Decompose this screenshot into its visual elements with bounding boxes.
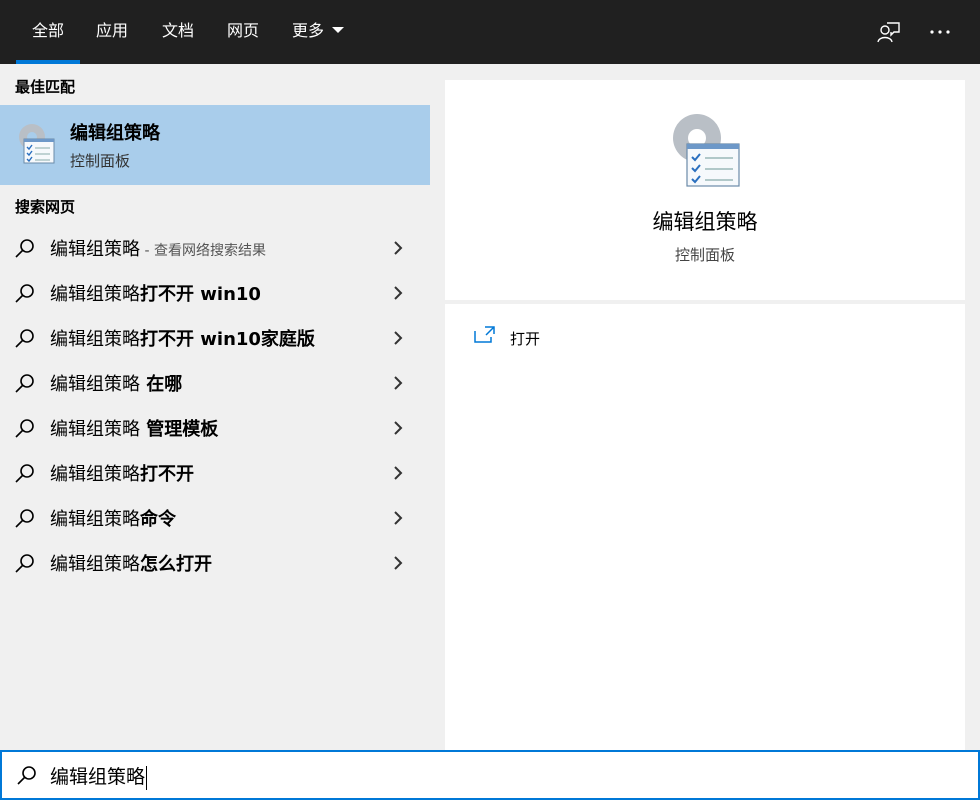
best-match-item[interactable]: 编辑组策略 控制面板 <box>0 105 430 185</box>
search-icon <box>15 329 34 348</box>
search-icon <box>15 374 34 393</box>
tab-apps[interactable]: 应用 <box>96 0 128 64</box>
search-icon <box>15 509 34 528</box>
best-match-heading: 最佳匹配 <box>15 78 76 96</box>
web-result-row[interactable]: 编辑组策略 - 查看网络搜索结果 <box>0 225 430 270</box>
chevron-right-icon <box>394 556 403 570</box>
app-actions-panel: 打开 <box>445 304 965 750</box>
web-result-text: 编辑组策略打不开 win10 <box>50 284 261 305</box>
tab-all[interactable]: 全部 <box>15 0 81 64</box>
chevron-right-icon <box>394 511 403 525</box>
web-result-text: 编辑组策略 管理模板 <box>50 419 219 440</box>
chevron-right-icon <box>394 421 403 435</box>
chevron-right-icon <box>394 466 403 480</box>
open-label: 打开 <box>510 330 541 348</box>
tab-more[interactable]: 更多 <box>292 0 345 64</box>
web-result-text: 编辑组策略打不开 <box>50 464 194 485</box>
app-subtitle: 控制面板 <box>674 246 735 264</box>
group-policy-icon <box>16 121 56 165</box>
search-icon <box>15 419 34 438</box>
tab-documents[interactable]: 文档 <box>162 0 194 64</box>
results-list: 最佳匹配 编辑组策略 控制面板 搜索网页 编辑组策略 - 查看网络搜索结果 编辑… <box>0 64 430 750</box>
best-match-title: 编辑组策略 <box>70 123 160 144</box>
web-result-row[interactable]: 编辑组策略打不开 <box>0 450 430 495</box>
search-icon <box>17 766 36 785</box>
web-result-text: 编辑组策略 - 查看网络搜索结果 <box>50 239 266 260</box>
tab-web[interactable]: 网页 <box>227 0 259 64</box>
search-icon <box>15 464 34 483</box>
web-result-row[interactable]: 编辑组策略打不开 win10家庭版 <box>0 315 430 360</box>
search-input[interactable]: 编辑组策略 <box>50 762 148 790</box>
chevron-right-icon <box>394 241 403 255</box>
chevron-down-icon <box>332 27 345 33</box>
tab-more-label: 更多 <box>292 21 325 40</box>
web-result-text: 编辑组策略命令 <box>50 509 176 530</box>
top-tab-bar: 全部 应用 文档 网页 更多 <box>0 0 980 64</box>
best-match-subtitle: 控制面板 <box>70 152 131 170</box>
app-preview-card: 编辑组策略 控制面板 <box>445 80 965 300</box>
chevron-right-icon <box>394 376 403 390</box>
web-result-text: 编辑组策略怎么打开 <box>50 554 212 575</box>
web-result-row[interactable]: 编辑组策略 在哪 <box>0 360 430 405</box>
app-title: 编辑组策略 <box>652 210 758 234</box>
web-result-row[interactable]: 编辑组策略 管理模板 <box>0 405 430 450</box>
web-result-row[interactable]: 编辑组策略打不开 win10 <box>0 270 430 315</box>
search-input-value: 编辑组策略 <box>50 766 146 788</box>
feedback-icon[interactable] <box>874 18 902 46</box>
web-result-text: 编辑组策略打不开 win10家庭版 <box>50 329 315 350</box>
chevron-right-icon <box>394 286 403 300</box>
more-options-icon[interactable] <box>926 18 954 46</box>
search-icon <box>15 239 34 258</box>
chevron-right-icon <box>394 331 403 345</box>
search-icon <box>15 284 34 303</box>
search-icon <box>15 554 34 573</box>
open-icon <box>474 326 495 343</box>
web-result-row[interactable]: 编辑组策略命令 <box>0 495 430 540</box>
web-result-row[interactable]: 编辑组策略怎么打开 <box>0 540 430 585</box>
text-cursor <box>146 765 148 790</box>
web-search-heading: 搜索网页 <box>15 198 76 216</box>
search-box[interactable]: 编辑组策略 <box>0 750 980 800</box>
web-result-text: 编辑组策略 在哪 <box>50 374 183 395</box>
group-policy-icon <box>669 110 743 188</box>
